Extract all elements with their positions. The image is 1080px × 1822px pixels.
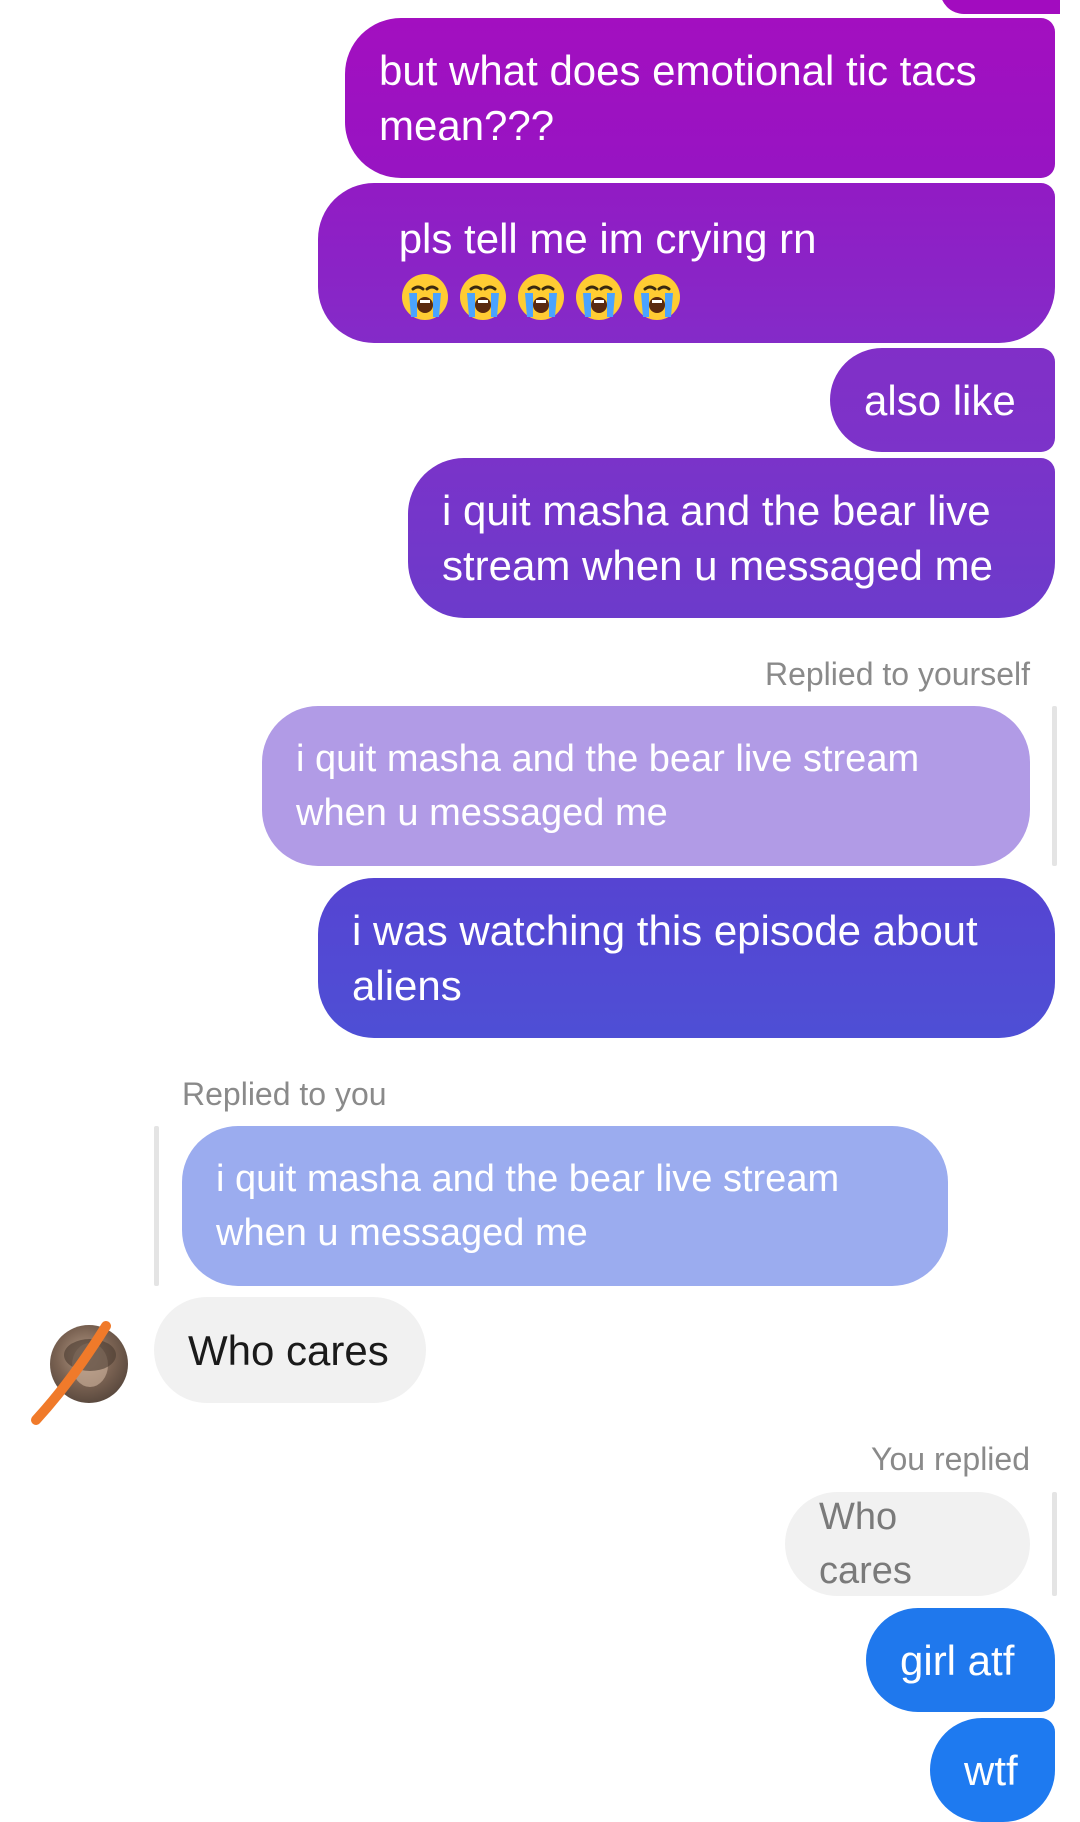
message-text: but what does emotional tic tacs mean??? bbox=[379, 47, 989, 149]
loudly-crying-face-icon bbox=[517, 274, 564, 321]
sent-message[interactable]: i was watching this episode about aliens bbox=[318, 878, 1055, 1038]
message-text: i quit masha and the bear live stream wh… bbox=[442, 487, 1003, 589]
loudly-crying-face-icon bbox=[633, 274, 680, 321]
message-text: pls tell me im crying rn bbox=[398, 214, 817, 262]
crying-emoji-group bbox=[399, 271, 683, 323]
redaction-scribble-icon bbox=[31, 1321, 111, 1425]
message-text: wtf bbox=[964, 1746, 1018, 1794]
quoted-message[interactable]: Who cares bbox=[785, 1492, 1030, 1596]
message-text: girl atf bbox=[900, 1636, 1015, 1684]
loudly-crying-face-icon bbox=[575, 274, 622, 321]
quote-indicator bbox=[154, 1126, 159, 1286]
quoted-message[interactable]: i quit masha and the bear live stream wh… bbox=[262, 706, 1030, 866]
reply-context-label: Replied to you bbox=[182, 1076, 387, 1112]
sent-message[interactable]: also like bbox=[830, 348, 1055, 452]
reply-context-label: Replied to yourself bbox=[764, 656, 1030, 692]
quoted-text: i quit masha and the bear live stream wh… bbox=[296, 738, 920, 834]
message-text: Who cares bbox=[188, 1326, 389, 1374]
message-text: i was watching this episode about aliens bbox=[352, 907, 990, 1009]
received-message[interactable]: Who cares bbox=[154, 1297, 426, 1403]
previous-message-sliver bbox=[940, 0, 1060, 14]
sent-message[interactable]: i quit masha and the bear live stream wh… bbox=[408, 458, 1055, 618]
sent-message[interactable]: girl atf bbox=[866, 1608, 1055, 1712]
reply-context-label: You replied bbox=[871, 1441, 1030, 1477]
message-text: also like bbox=[864, 376, 1016, 424]
loudly-crying-face-icon bbox=[401, 274, 448, 321]
quote-indicator bbox=[1052, 706, 1057, 866]
quoted-message[interactable]: i quit masha and the bear live stream wh… bbox=[182, 1126, 948, 1286]
quoted-text: i quit masha and the bear live stream wh… bbox=[216, 1158, 840, 1254]
quoted-text: Who cares bbox=[819, 1496, 912, 1592]
sent-message[interactable]: pls tell me im crying rn bbox=[318, 183, 1055, 343]
quote-indicator bbox=[1052, 1492, 1057, 1596]
loudly-crying-face-icon bbox=[459, 274, 506, 321]
sent-message[interactable]: wtf bbox=[930, 1718, 1055, 1822]
